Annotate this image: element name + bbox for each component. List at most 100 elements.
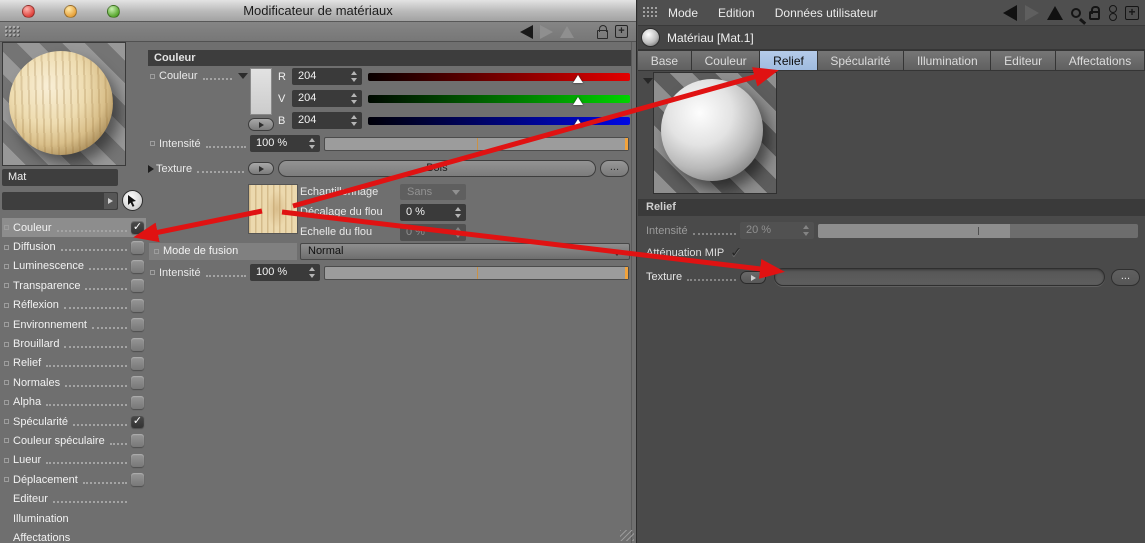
channel-row[interactable]: Couleur ✓ (2, 218, 146, 237)
relief-texture-arrow-button[interactable] (740, 271, 766, 284)
channel-row[interactable]: Relief ✓ (2, 354, 146, 373)
green-value-field[interactable]: 204 (292, 90, 362, 107)
new-panel-icon[interactable]: + (615, 25, 628, 38)
texture-thumbnail[interactable] (248, 184, 298, 234)
history-back-icon[interactable] (1003, 5, 1017, 21)
channel-checkbox[interactable]: ✓ (131, 357, 144, 370)
search-icon[interactable] (1071, 8, 1081, 18)
channel-row[interactable]: Déplacement ✓ (2, 470, 146, 489)
expander-triangle-icon[interactable] (643, 78, 653, 84)
drag-grip-icon[interactable] (4, 25, 20, 38)
resize-grip-icon[interactable] (620, 530, 634, 541)
stepper-icon[interactable] (350, 115, 358, 126)
intensity-value-field[interactable]: 100 % (250, 135, 320, 152)
channel-row[interactable]: Environnement ✓ (2, 315, 146, 334)
channel-checkbox[interactable]: ✓ (131, 454, 144, 467)
history-back-icon[interactable] (520, 25, 533, 39)
green-slider[interactable] (368, 95, 630, 103)
blur-offset-field[interactable]: 0 % (400, 204, 466, 221)
attribute-tab[interactable]: Base (638, 50, 692, 71)
stepper-icon[interactable] (454, 207, 462, 218)
sampling-dropdown[interactable]: Sans (400, 184, 466, 200)
channel-checkbox[interactable]: ✓ (131, 376, 144, 389)
material-name-field[interactable]: Mat (2, 169, 118, 186)
mip-checkbox[interactable]: ✓ (730, 244, 742, 261)
attribute-tab[interactable]: Spécularité (818, 50, 905, 71)
menu-item[interactable]: Edition (718, 6, 755, 20)
intensity-slider[interactable] (324, 137, 629, 151)
channel-checkbox[interactable]: ✓ (131, 318, 144, 331)
slider-marker-icon[interactable] (573, 75, 583, 83)
red-slider[interactable] (368, 73, 630, 81)
stepper-icon[interactable] (308, 267, 316, 278)
texture-name-field[interactable]: Bois (278, 160, 596, 177)
combo-arrow-icon[interactable] (104, 193, 117, 209)
slider-handle[interactable] (625, 138, 628, 150)
drag-grip-icon[interactable] (642, 6, 658, 19)
stepper-icon[interactable] (308, 138, 316, 149)
texture-browse-button[interactable]: ... (600, 160, 629, 177)
channel-row[interactable]: Normales ✓ (2, 373, 146, 392)
channel-checkbox[interactable]: ✓ (131, 241, 144, 254)
channel-row[interactable]: Lueur ✓ (2, 451, 146, 470)
attribute-tab[interactable]: Relief (760, 50, 817, 71)
channel-checkbox[interactable]: ✓ (131, 299, 144, 312)
lock-icon[interactable] (597, 30, 608, 39)
relief-texture-field[interactable] (774, 268, 1105, 286)
channel-checkbox[interactable]: ✓ (131, 396, 144, 409)
channel-row[interactable]: Diffusion ✓ (2, 237, 146, 256)
intensity2-value-field[interactable]: 100 % (250, 264, 320, 281)
relief-preview[interactable] (653, 72, 777, 194)
parent-up-icon[interactable] (560, 26, 574, 38)
channel-row[interactable]: Couleur spéculaire ✓ (2, 431, 146, 450)
menu-item[interactable]: Données utilisateur (775, 6, 878, 20)
channel-row[interactable]: Luminescence ✓ (2, 257, 146, 276)
stepper-icon[interactable] (350, 71, 358, 82)
channel-row[interactable]: Alpha ✓ (2, 393, 146, 412)
relief-intensity-slider[interactable] (818, 224, 1138, 238)
blend-mode-dropdown[interactable]: Normal (300, 243, 630, 260)
shader-combo[interactable] (2, 192, 118, 210)
color-swatch[interactable] (250, 68, 272, 115)
attribute-tab[interactable]: Couleur (692, 50, 761, 71)
history-forward-icon[interactable] (1025, 5, 1039, 21)
stepper-icon[interactable] (802, 225, 810, 236)
channel-checkbox[interactable]: ✓ (131, 338, 144, 351)
relief-intensity-field[interactable]: 20 % (740, 222, 814, 239)
channel-checkbox[interactable]: ✓ (131, 434, 144, 447)
channel-checkbox[interactable]: ✓ (131, 415, 144, 428)
channel-row[interactable]: Illumination ✓ (2, 509, 146, 528)
channel-row[interactable]: Transparence ✓ (2, 276, 146, 295)
history-forward-icon[interactable] (540, 25, 553, 39)
attribute-tab[interactable]: Affectations (1056, 50, 1145, 71)
color-expand-button[interactable] (248, 118, 274, 131)
material-preview[interactable] (2, 42, 126, 166)
slider-marker-icon[interactable] (573, 119, 583, 127)
new-panel-icon[interactable]: + (1125, 6, 1139, 20)
link-icon[interactable] (1108, 5, 1117, 21)
relief-texture-browse-button[interactable]: ... (1111, 269, 1140, 286)
stepper-icon[interactable] (454, 227, 462, 238)
channel-checkbox[interactable]: ✓ (131, 473, 144, 486)
chevron-down-icon[interactable] (238, 73, 248, 79)
slider-handle[interactable] (625, 267, 628, 279)
pick-material-button[interactable] (122, 190, 143, 211)
expander-triangle-icon[interactable] (148, 165, 154, 173)
channel-checkbox[interactable]: ✓ (131, 221, 144, 234)
channel-row[interactable]: Réflexion ✓ (2, 296, 146, 315)
channel-checkbox[interactable]: ✓ (131, 260, 144, 273)
channel-row[interactable]: Affectations ✓ (2, 528, 146, 543)
parent-up-icon[interactable] (1047, 6, 1063, 20)
stepper-icon[interactable] (350, 93, 358, 104)
attribute-tab[interactable]: Illumination (904, 50, 991, 71)
blue-slider[interactable] (368, 117, 630, 125)
blur-scale-field[interactable]: 0 % (400, 224, 466, 241)
intensity2-slider[interactable] (324, 266, 629, 280)
texture-arrow-button[interactable] (248, 162, 274, 175)
channel-row[interactable]: Spécularité ✓ (2, 412, 146, 431)
menu-item[interactable]: Mode (668, 6, 698, 20)
channel-checkbox[interactable]: ✓ (131, 279, 144, 292)
slider-marker-icon[interactable] (573, 97, 583, 105)
channel-row[interactable]: Brouillard ✓ (2, 334, 146, 353)
lock-icon[interactable] (1089, 11, 1100, 20)
